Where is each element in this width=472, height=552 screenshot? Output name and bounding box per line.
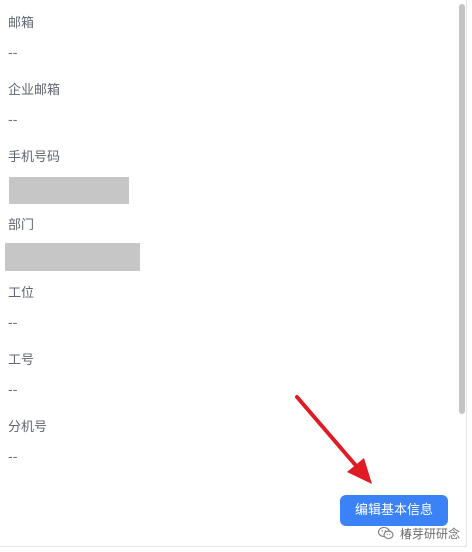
wechat-icon: [378, 526, 394, 540]
red-arrow-annotation: [295, 395, 372, 484]
watermark: 椿芽研研念: [378, 521, 460, 545]
watermark-text: 椿芽研研念: [400, 526, 461, 541]
